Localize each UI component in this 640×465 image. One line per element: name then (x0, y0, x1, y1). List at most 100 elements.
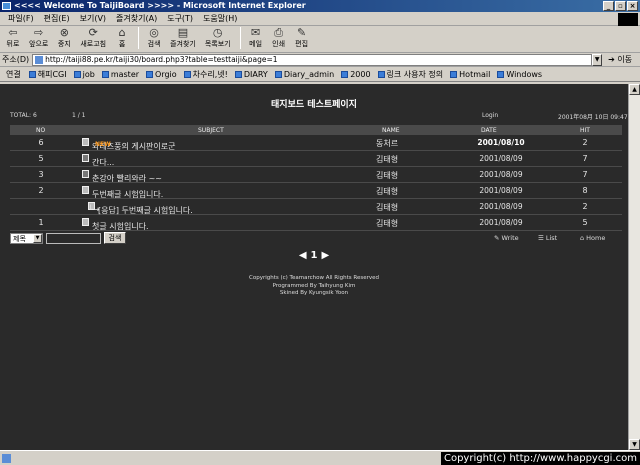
link-item[interactable]: job (73, 70, 95, 79)
edit-button[interactable]: ✎ 편집 (295, 27, 309, 49)
link-item[interactable]: 차수리,넷! (183, 69, 228, 80)
address-input[interactable]: http://taiji88.pe.kr/taiji30/board.php3?… (32, 53, 593, 66)
list-label: List (545, 234, 558, 242)
current-page[interactable]: 1 (311, 250, 318, 261)
link-item[interactable]: master (101, 70, 139, 79)
link-item[interactable]: 해피CGI (28, 69, 67, 80)
print-icon: ⎙ (274, 26, 284, 39)
ie-icon (2, 2, 11, 10)
mail-button[interactable]: ✉ 메일 (249, 27, 263, 49)
document-icon (82, 186, 89, 194)
menu-edit[interactable]: 편집(E) (44, 13, 70, 24)
post-no: 5 (38, 154, 44, 163)
menu-help[interactable]: 도움말(H) (203, 13, 237, 24)
next-page-button[interactable]: ▶ (321, 250, 329, 261)
go-button[interactable]: ➔ 이동 (608, 54, 632, 65)
home-button[interactable]: ⌂ 홈 (115, 27, 129, 49)
page-content: 태지보드 테스트페이지 TOTAL: 6 1 / 1 Login 2001年08… (0, 84, 628, 450)
post-no: 2 (38, 186, 44, 195)
search-input[interactable] (46, 233, 101, 244)
back-button[interactable]: ⇦ 뒤로 (6, 27, 20, 49)
pencil-icon: ✎ (494, 234, 500, 242)
forward-label: 앞으로 (29, 40, 49, 48)
link-item[interactable]: DIARY (234, 70, 268, 79)
post-hit: 7 (582, 154, 588, 163)
window-title: <<<< Welcome To TaijiBoard >>>> - Micros… (14, 1, 306, 10)
close-button[interactable]: × (627, 1, 638, 11)
post-subject[interactable]: 두번째글 시험입니다. (82, 186, 163, 199)
post-date: 2001/08/09 (479, 154, 523, 163)
table-row[interactable]: 3 춘강아 빨리와라 ~~ 김태형 2001/08/09 7 (10, 167, 622, 183)
home-label: 홈 (118, 40, 126, 48)
link-label: Hotmail (459, 70, 491, 79)
address-dropdown-button[interactable]: ▼ (592, 53, 603, 66)
scroll-up-button[interactable]: ▲ (629, 84, 640, 95)
window-controls: _ ▫ × (603, 1, 638, 11)
current-datetime: 2001年08月 10日 09:47 (558, 114, 628, 121)
back-arrow-icon: ⇦ (8, 26, 18, 39)
forward-button[interactable]: ⇨ 앞으로 (29, 27, 48, 49)
maximize-button[interactable]: ▫ (615, 1, 626, 11)
back-label: 뒤로 (6, 40, 20, 48)
chevron-down-icon: ▼ (33, 234, 42, 243)
post-subject[interactable]: 첫글 시험입니다. (82, 218, 149, 231)
refresh-button[interactable]: ⟳ 새로고침 (80, 27, 106, 49)
post-author: 김태형 (376, 171, 399, 180)
search-button[interactable]: ◎ 검색 (147, 27, 161, 49)
table-row[interactable]: 1 첫글 시험입니다. 김태형 2001/08/09 5 (10, 215, 622, 231)
prev-page-button[interactable]: ◀ (299, 250, 307, 261)
scroll-down-button[interactable]: ▼ (629, 439, 640, 450)
search-field-select[interactable]: 제목 ▼ (10, 233, 43, 244)
login-link[interactable]: Login (482, 112, 498, 119)
link-label: Orgio (155, 70, 177, 79)
post-hit: 2 (582, 138, 588, 147)
link-label: 링크 사용자 정의 (386, 70, 444, 79)
post-subject[interactable]: 간다... (82, 154, 114, 167)
post-hit: 8 (582, 186, 588, 195)
post-author: 김태형 (376, 187, 399, 196)
write-link[interactable]: ✎ Write (494, 234, 519, 242)
link-item[interactable]: Diary_admin (274, 70, 334, 79)
menu-bar: 파일(F) 편집(E) 보기(V) 즐겨찾기(A) 도구(T) 도움말(H) (0, 12, 640, 26)
address-label: 주소(D) (2, 55, 30, 64)
post-subject[interactable]: 와레즈풍의 게시판이로군 NEW (82, 138, 176, 151)
menu-view[interactable]: 보기(V) (80, 13, 106, 24)
table-row[interactable]: 6 와레즈풍의 게시판이로군 NEW 동처르 2001/08/10 2 (10, 135, 622, 151)
favorites-button[interactable]: ▤ 즐겨찾기 (170, 27, 196, 49)
history-button[interactable]: ◷ 목록보기 (205, 27, 231, 49)
menu-file[interactable]: 파일(F) (8, 13, 34, 24)
table-row[interactable]: └→ [응답] 두번째글 시험입니다. 김태형 2001/08/09 2 (10, 199, 622, 215)
link-item[interactable]: Windows (497, 70, 542, 79)
menu-tools[interactable]: 도구(T) (167, 13, 193, 24)
link-item[interactable]: 링크 사용자 정의 (377, 69, 444, 80)
home-icon: ⌂ (118, 26, 126, 39)
print-button[interactable]: ⎙ 인쇄 (272, 27, 286, 49)
post-subject-text: 첫글 시험입니다. (92, 222, 149, 231)
post-subject[interactable]: └→ [응답] 두번째글 시험입니다. (88, 202, 193, 215)
stop-icon: ⊗ (59, 26, 69, 39)
board-search-button[interactable]: 검색 (104, 232, 126, 244)
menu-favorites[interactable]: 즐겨찾기(A) (116, 13, 157, 24)
post-author: 김태형 (376, 203, 399, 212)
header-name: NAME (382, 127, 400, 134)
post-date: 2001/08/10 (477, 138, 525, 147)
link-item[interactable]: Orgio (146, 70, 177, 79)
vertical-scrollbar[interactable]: ▲ ▼ (628, 84, 640, 450)
link-item[interactable]: Hotmail (450, 70, 490, 79)
minimize-button[interactable]: _ (603, 1, 614, 11)
link-label: job (82, 70, 95, 79)
home-link[interactable]: ⌂ Home (580, 234, 605, 242)
search-field-value: 제목 (13, 235, 26, 243)
watermark: Copyright(c) http://www.happycgi.com (440, 452, 640, 465)
mail-icon: ✉ (251, 26, 261, 39)
post-date: 2001/08/09 (479, 218, 523, 227)
post-subject[interactable]: 춘강아 빨리와라 ~~ (82, 170, 162, 183)
list-link[interactable]: ☰ List (538, 234, 557, 242)
table-row[interactable]: 5 간다... 김태형 2001/08/09 7 (10, 151, 622, 167)
table-row[interactable]: 2 두번째글 시험입니다. 김태형 2001/08/09 8 (10, 183, 622, 199)
credits: Copyrights (c) Teamarchow All Rights Res… (0, 275, 628, 298)
link-item[interactable]: 2000 (341, 70, 371, 79)
stop-button[interactable]: ⊗ 중지 (57, 27, 71, 49)
go-label: 이동 (617, 55, 633, 64)
windows-logo-icon (618, 13, 638, 26)
